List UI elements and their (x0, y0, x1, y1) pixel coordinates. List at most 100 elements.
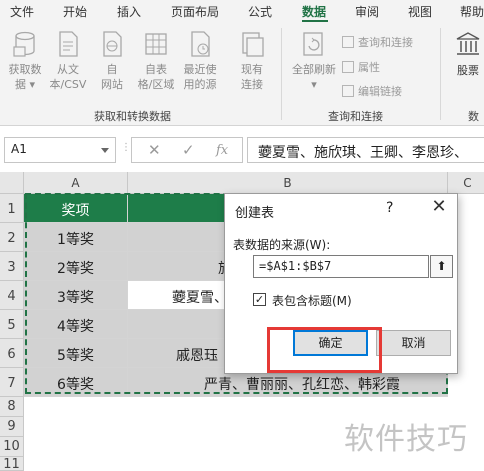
group-separator (281, 28, 282, 120)
dialog-title: 创建表 (235, 206, 275, 221)
from-table-range-button[interactable]: 自表 格/区域 (135, 30, 177, 92)
cell-a5[interactable]: 4等奖 (24, 310, 128, 339)
tab-formulas[interactable]: 公式 (248, 3, 272, 20)
group-separator-2 (440, 28, 441, 120)
from-text-csv-button[interactable]: 从文 本/CSV (47, 30, 89, 92)
row-header[interactable]: 9 (0, 417, 24, 437)
column-header-a[interactable]: A (24, 172, 128, 194)
refresh-all-button[interactable]: 全部刷新 ▾ (288, 30, 340, 92)
recent-sources-button[interactable]: 最近使 用的源 (179, 30, 221, 92)
get-data-label-2: 据 ▾ (14, 78, 36, 91)
row-header[interactable]: 5 (0, 310, 24, 339)
stocks-button[interactable]: 股票 (446, 30, 484, 78)
ok-button[interactable]: 确定 (293, 330, 368, 356)
row-header[interactable]: 11 (0, 457, 24, 471)
group-label-queries: 查询和连接 (328, 110, 383, 123)
name-box[interactable]: A1 (4, 137, 116, 163)
properties-icon (342, 61, 354, 73)
group-label-get-transform: 获取和转换数据 (94, 110, 171, 123)
group-label-data-types-partial: 数 (468, 110, 479, 123)
from-web-label-1: 自 (106, 63, 118, 76)
tab-help[interactable]: 帮助 (460, 3, 484, 20)
cell-a4[interactable]: 3等奖 (24, 281, 128, 310)
has-headers-checkbox[interactable]: ✓ (253, 293, 266, 306)
enter-formula-icon[interactable]: ✓ (182, 141, 195, 159)
help-icon[interactable]: ? (386, 200, 393, 216)
queries-connections-button[interactable]: 查询和连接 (342, 34, 413, 50)
from-text-label-1: 从文 (57, 63, 79, 76)
tab-home[interactable]: 开始 (63, 3, 87, 20)
recent-sources-label-1: 最近使 (183, 63, 217, 76)
chevron-down-icon[interactable] (101, 148, 109, 153)
refresh-all-dropdown: ▾ (311, 78, 317, 91)
name-box-value: A1 (11, 142, 27, 156)
from-table-label-2: 格/区域 (137, 78, 175, 91)
from-web-label-2: 网站 (101, 78, 123, 91)
range-input[interactable]: =$A$1:$B$7 (253, 255, 429, 278)
tab-page-layout[interactable]: 页面布局 (171, 3, 219, 20)
formula-bar: A1 ⋮ ✕ ✓ fx 蘷夏雪、施欣琪、王卿、李恩珍、 (0, 130, 484, 168)
row-header[interactable]: 1 (0, 194, 24, 223)
ribbon-data: 获取数 据 ▾ 从文 本/CSV 自 网站 自表 格/区域 最近使 用的源 现有… (0, 22, 484, 126)
create-table-dialog: 创建表 ? ✕ 表数据的来源(W): =$A$1:$B$7 ⬆ ✓ 表包含标题(… (224, 193, 458, 374)
tab-data[interactable]: 数据 (302, 3, 326, 20)
recent-clock-icon (191, 31, 210, 57)
edit-links-button[interactable]: 编辑链接 (342, 83, 402, 99)
bank-building-icon (456, 32, 480, 55)
stocks-label: 股票 (457, 64, 479, 77)
from-text-label-2: 本/CSV (49, 78, 87, 91)
tab-file[interactable]: 文件 (10, 3, 34, 20)
cell-a2[interactable]: 1等奖 (24, 223, 128, 252)
tab-insert[interactable]: 插入 (117, 3, 141, 20)
existing-connections-label-1: 现有 (241, 63, 263, 76)
refresh-all-label: 全部刷新 (292, 63, 336, 76)
edit-links-icon (342, 85, 354, 97)
has-headers-label[interactable]: 表包含标题(M) (272, 292, 352, 309)
row-header[interactable]: 4 (0, 281, 24, 310)
cancel-button[interactable]: 取消 (376, 330, 451, 356)
properties-label: 属性 (358, 61, 380, 74)
existing-connections-button[interactable]: 现有 连接 (231, 30, 273, 92)
edit-links-label: 编辑链接 (358, 85, 402, 98)
from-table-label-1: 自表 (145, 63, 167, 76)
insert-function-icon[interactable]: fx (216, 143, 228, 158)
row-header[interactable]: 6 (0, 339, 24, 368)
text-file-icon (59, 31, 78, 57)
row-header[interactable]: 8 (0, 397, 24, 417)
column-header-c[interactable]: C (448, 172, 484, 194)
row-header[interactable]: 3 (0, 252, 24, 281)
select-all-corner[interactable] (0, 172, 24, 194)
cell-a7[interactable]: 6等奖 (24, 368, 128, 397)
web-page-icon (103, 31, 122, 57)
from-web-button[interactable]: 自 网站 (91, 30, 133, 92)
recent-sources-label-2: 用的源 (183, 78, 217, 91)
tab-review[interactable]: 审阅 (355, 3, 379, 20)
cell-a1[interactable]: 奖项 (24, 194, 128, 223)
cell-a6[interactable]: 5等奖 (24, 339, 128, 368)
cancel-formula-icon[interactable]: ✕ (148, 141, 161, 159)
ribbon-tab-bar: 文件 开始 插入 页面布局 公式 数据 审阅 视图 帮助 (0, 0, 484, 22)
get-data-button[interactable]: 获取数 据 ▾ (4, 30, 46, 92)
close-icon[interactable]: ✕ (425, 196, 453, 220)
source-label: 表数据的来源(W): (233, 238, 331, 252)
connections-icon (242, 32, 264, 57)
watermark: 软件技巧 (344, 422, 468, 457)
row-header[interactable]: 2 (0, 223, 24, 252)
database-icon (13, 31, 35, 57)
formula-input[interactable]: 蘷夏雪、施欣琪、王卿、李恩珍、 (247, 137, 484, 163)
row-header[interactable]: 10 (0, 437, 24, 457)
queries-connections-label: 查询和连接 (358, 36, 413, 49)
existing-connections-label-2: 连接 (241, 78, 263, 91)
get-data-label-1: 获取数 (8, 63, 42, 76)
collapse-dialog-icon[interactable]: ⬆ (430, 255, 453, 278)
cell-a3[interactable]: 2等奖 (24, 252, 128, 281)
table-grid-icon (145, 33, 167, 55)
formula-buttons: ✕ ✓ fx (131, 137, 243, 163)
queries-pane-icon (342, 36, 354, 48)
refresh-icon (303, 32, 323, 56)
excel-window: 文件 开始 插入 页面布局 公式 数据 审阅 视图 帮助 获取数 据 ▾ 从文 … (0, 0, 484, 471)
properties-button[interactable]: 属性 (342, 59, 380, 75)
tab-view[interactable]: 视图 (408, 3, 432, 20)
column-header-b[interactable]: B (128, 172, 448, 194)
row-header[interactable]: 7 (0, 368, 24, 397)
